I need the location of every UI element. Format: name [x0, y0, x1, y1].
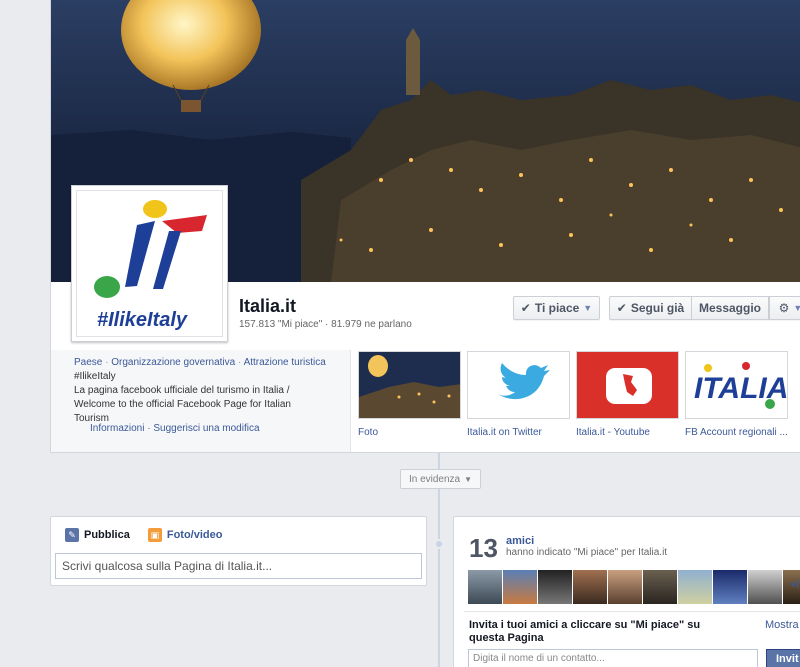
photo-thumbnail: [359, 352, 460, 418]
settings-button[interactable]: ⚙ ▼: [769, 296, 800, 320]
gear-icon: ⚙: [778, 301, 790, 315]
chevron-down-icon: ▼: [793, 303, 800, 313]
tab-photo-label: Foto/video: [166, 529, 223, 541]
about-links: Informazioni · Suggerisci una modifica: [90, 423, 260, 434]
avatar[interactable]: [643, 570, 677, 604]
category-link[interactable]: Organizzazione governativa: [111, 357, 235, 368]
post-composer: ✎ Pubblica ▣ Foto/video Scrivi qualcosa …: [50, 516, 427, 586]
page-title[interactable]: Italia.it: [239, 296, 296, 317]
page-hashtag: #IlikeItaly: [74, 371, 116, 382]
avatar[interactable]: [748, 570, 782, 604]
highlight-filter[interactable]: In evidenza ▼: [400, 469, 481, 489]
follow-button[interactable]: ✔ Segui già: [609, 296, 691, 320]
twitter-bird-icon: [498, 363, 550, 400]
category-link[interactable]: Attrazione turistica: [244, 357, 326, 368]
timeline-dot: [434, 539, 444, 549]
avatar[interactable]: [573, 570, 607, 604]
app-label-youtube[interactable]: Italia.it - Youtube: [576, 427, 650, 438]
avatar[interactable]: [468, 570, 502, 604]
check-icon: ✔: [616, 301, 627, 315]
check-icon: ✔: [520, 301, 531, 315]
friends-subtitle: hanno indicato "Mi piace" per Italia.it: [506, 547, 668, 558]
highlight-filter-label: In evidenza: [408, 473, 461, 485]
like-button[interactable]: ✔ Ti piace ▼: [513, 296, 600, 320]
avatar[interactable]: [538, 570, 572, 604]
follow-button-label: Segui già: [630, 301, 685, 315]
pencil-icon: ✎: [65, 528, 79, 542]
photo-icon: ▣: [147, 528, 162, 542]
chevron-down-icon: ▼: [464, 474, 473, 484]
logo-hashtag-text: #IlikeItaly: [97, 309, 188, 331]
app-tile-regional[interactable]: ITALIA: [685, 351, 788, 419]
invite-button[interactable]: Invit: [766, 649, 800, 667]
message-button-label: Messaggio: [698, 301, 761, 315]
app-label-regional[interactable]: FB Account regionali ...: [685, 427, 788, 438]
show-all-link[interactable]: Mostra t: [765, 619, 800, 631]
message-button[interactable]: Messaggio: [691, 296, 769, 320]
profile-picture[interactable]: #IlikeItaly: [71, 185, 228, 342]
tab-photo-video[interactable]: ▣ Foto/video: [147, 528, 223, 542]
page-header-card: #IlikeItaly Italia.it 157.813 "Mi piace"…: [50, 0, 800, 453]
category-link[interactable]: Paese: [74, 357, 102, 368]
friends-label[interactable]: amici: [506, 535, 534, 547]
divider: [464, 611, 800, 612]
app-label-photos[interactable]: Foto: [358, 427, 378, 438]
info-link[interactable]: Informazioni: [90, 423, 144, 434]
suggest-edit-link[interactable]: Suggerisci una modifica: [153, 423, 259, 434]
about-section: Paese · Organizzazione governativa · Att…: [51, 350, 351, 452]
avatar[interactable]: [678, 570, 712, 604]
invite-friends-text: Invita i tuoi amici a cliccare su "Mi pi…: [469, 619, 701, 644]
more-friends-link[interactable]: +/: [790, 579, 799, 591]
app-label-twitter[interactable]: Italia.it on Twitter: [467, 427, 542, 438]
post-input[interactable]: Scrivi qualcosa sulla Pagina di Italia.i…: [55, 553, 422, 579]
friend-avatars: [468, 570, 800, 604]
avatar[interactable]: [713, 570, 747, 604]
youtube-italy-icon: [577, 352, 678, 418]
app-tile-youtube[interactable]: [576, 351, 679, 419]
friends-like-box: 13 amici hanno indicato "Mi piace" per I…: [453, 516, 800, 667]
page-description: La pagina facebook ufficiale del turismo…: [74, 385, 291, 424]
tab-post-label: Pubblica: [84, 529, 130, 541]
page-stats: 157.813 "Mi piace" · 81.979 ne parlano: [239, 319, 412, 330]
page-categories: Paese · Organizzazione governativa · Att…: [74, 357, 326, 368]
friends-count: 13: [469, 533, 498, 563]
contact-name-input[interactable]: Digita il nome di un contatto...: [468, 649, 758, 667]
app-tile-twitter[interactable]: [467, 351, 570, 419]
chevron-down-icon: ▼: [583, 303, 593, 313]
tab-post[interactable]: ✎ Pubblica: [65, 528, 130, 542]
app-tile-photos[interactable]: [358, 351, 461, 419]
avatar[interactable]: [608, 570, 642, 604]
italia-logo-icon: ITALIA: [694, 362, 788, 409]
avatar[interactable]: [503, 570, 537, 604]
svg-text:ITALIA: ITALIA: [694, 372, 788, 405]
like-button-label: Ti piace: [534, 301, 580, 315]
